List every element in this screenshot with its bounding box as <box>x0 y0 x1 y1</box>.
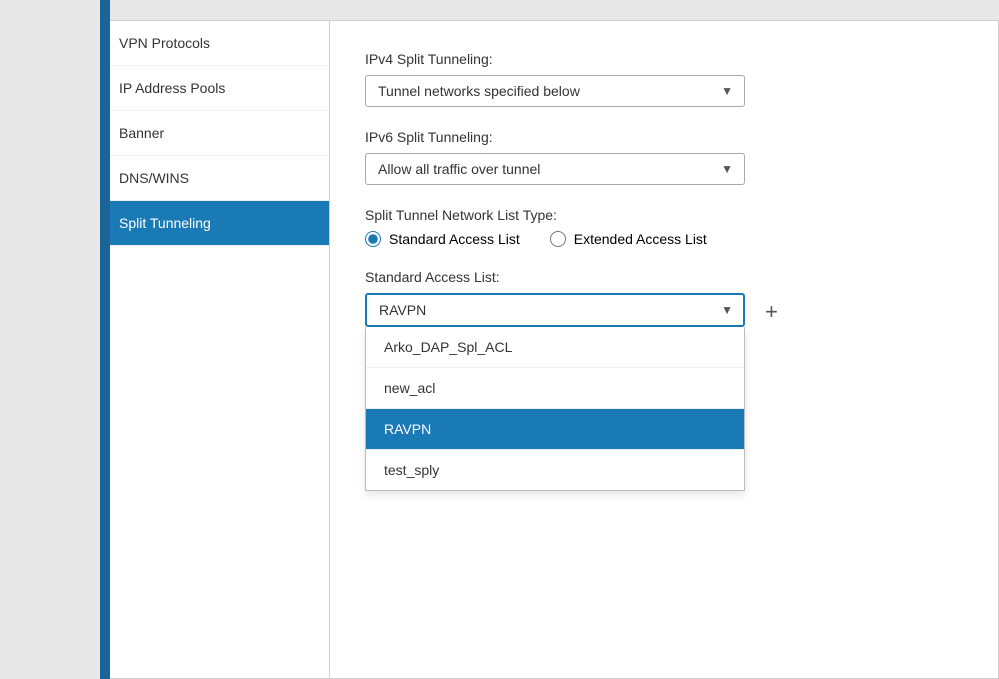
radio-standard-option[interactable]: Standard Access List <box>365 231 520 247</box>
ipv4-group: IPv4 Split Tunneling: Tunnel networks sp… <box>365 51 963 107</box>
sidebar-item-vpn-protocols[interactable]: VPN Protocols <box>101 21 329 66</box>
main-panel: IPv4 Split Tunneling: Tunnel networks sp… <box>330 20 999 679</box>
network-list-type-label: Split Tunnel Network List Type: <box>365 207 963 223</box>
network-list-type-group: Split Tunnel Network List Type: Standard… <box>365 207 963 247</box>
radio-standard-input[interactable] <box>365 231 381 247</box>
ipv6-select[interactable]: Allow all traffic over tunnel Tunnel net… <box>365 153 745 185</box>
radio-extended-label: Extended Access List <box>574 231 707 247</box>
ipv6-label: IPv6 Split Tunneling: <box>365 129 963 145</box>
sidebar-item-dns-wins[interactable]: DNS/WINS <box>101 156 329 201</box>
ipv4-select[interactable]: Tunnel networks specified below Allow al… <box>365 75 745 107</box>
ipv4-label: IPv4 Split Tunneling: <box>365 51 963 67</box>
dropdown-item-arko[interactable]: Arko_DAP_Spl_ACL <box>366 327 744 368</box>
access-list-label: Standard Access List: <box>365 269 963 285</box>
dropdown-item-new-acl[interactable]: new_acl <box>366 368 744 409</box>
radio-group: Standard Access List Extended Access Lis… <box>365 231 963 247</box>
dropdown-select-wrapper: RAVPN Arko_DAP_Spl_ACL new_acl test_sply… <box>365 293 745 327</box>
access-list-select[interactable]: RAVPN Arko_DAP_Spl_ACL new_acl test_sply <box>365 293 745 327</box>
sidebar-item-ip-address-pools[interactable]: IP Address Pools <box>101 66 329 111</box>
ipv4-select-wrapper: Tunnel networks specified below Allow al… <box>365 75 745 107</box>
access-list-group: Standard Access List: RAVPN Arko_DAP_Spl… <box>365 269 963 327</box>
radio-extended-option[interactable]: Extended Access List <box>550 231 707 247</box>
left-accent <box>100 0 110 679</box>
dropdown-open-list: Arko_DAP_Spl_ACL new_acl RAVPN test_sply <box>365 327 745 491</box>
radio-extended-input[interactable] <box>550 231 566 247</box>
dropdown-container: RAVPN Arko_DAP_Spl_ACL new_acl test_sply… <box>365 293 963 327</box>
dropdown-item-test-sply[interactable]: test_sply <box>366 450 744 490</box>
add-button[interactable]: + <box>757 297 786 327</box>
ipv6-group: IPv6 Split Tunneling: Allow all traffic … <box>365 129 963 185</box>
ipv6-select-wrapper: Allow all traffic over tunnel Tunnel net… <box>365 153 745 185</box>
sidebar-item-split-tunneling[interactable]: Split Tunneling <box>101 201 329 246</box>
sidebar: VPN Protocols IP Address Pools Banner DN… <box>100 20 330 679</box>
sidebar-item-banner[interactable]: Banner <box>101 111 329 156</box>
dropdown-item-ravpn[interactable]: RAVPN <box>366 409 744 450</box>
radio-standard-label: Standard Access List <box>389 231 520 247</box>
